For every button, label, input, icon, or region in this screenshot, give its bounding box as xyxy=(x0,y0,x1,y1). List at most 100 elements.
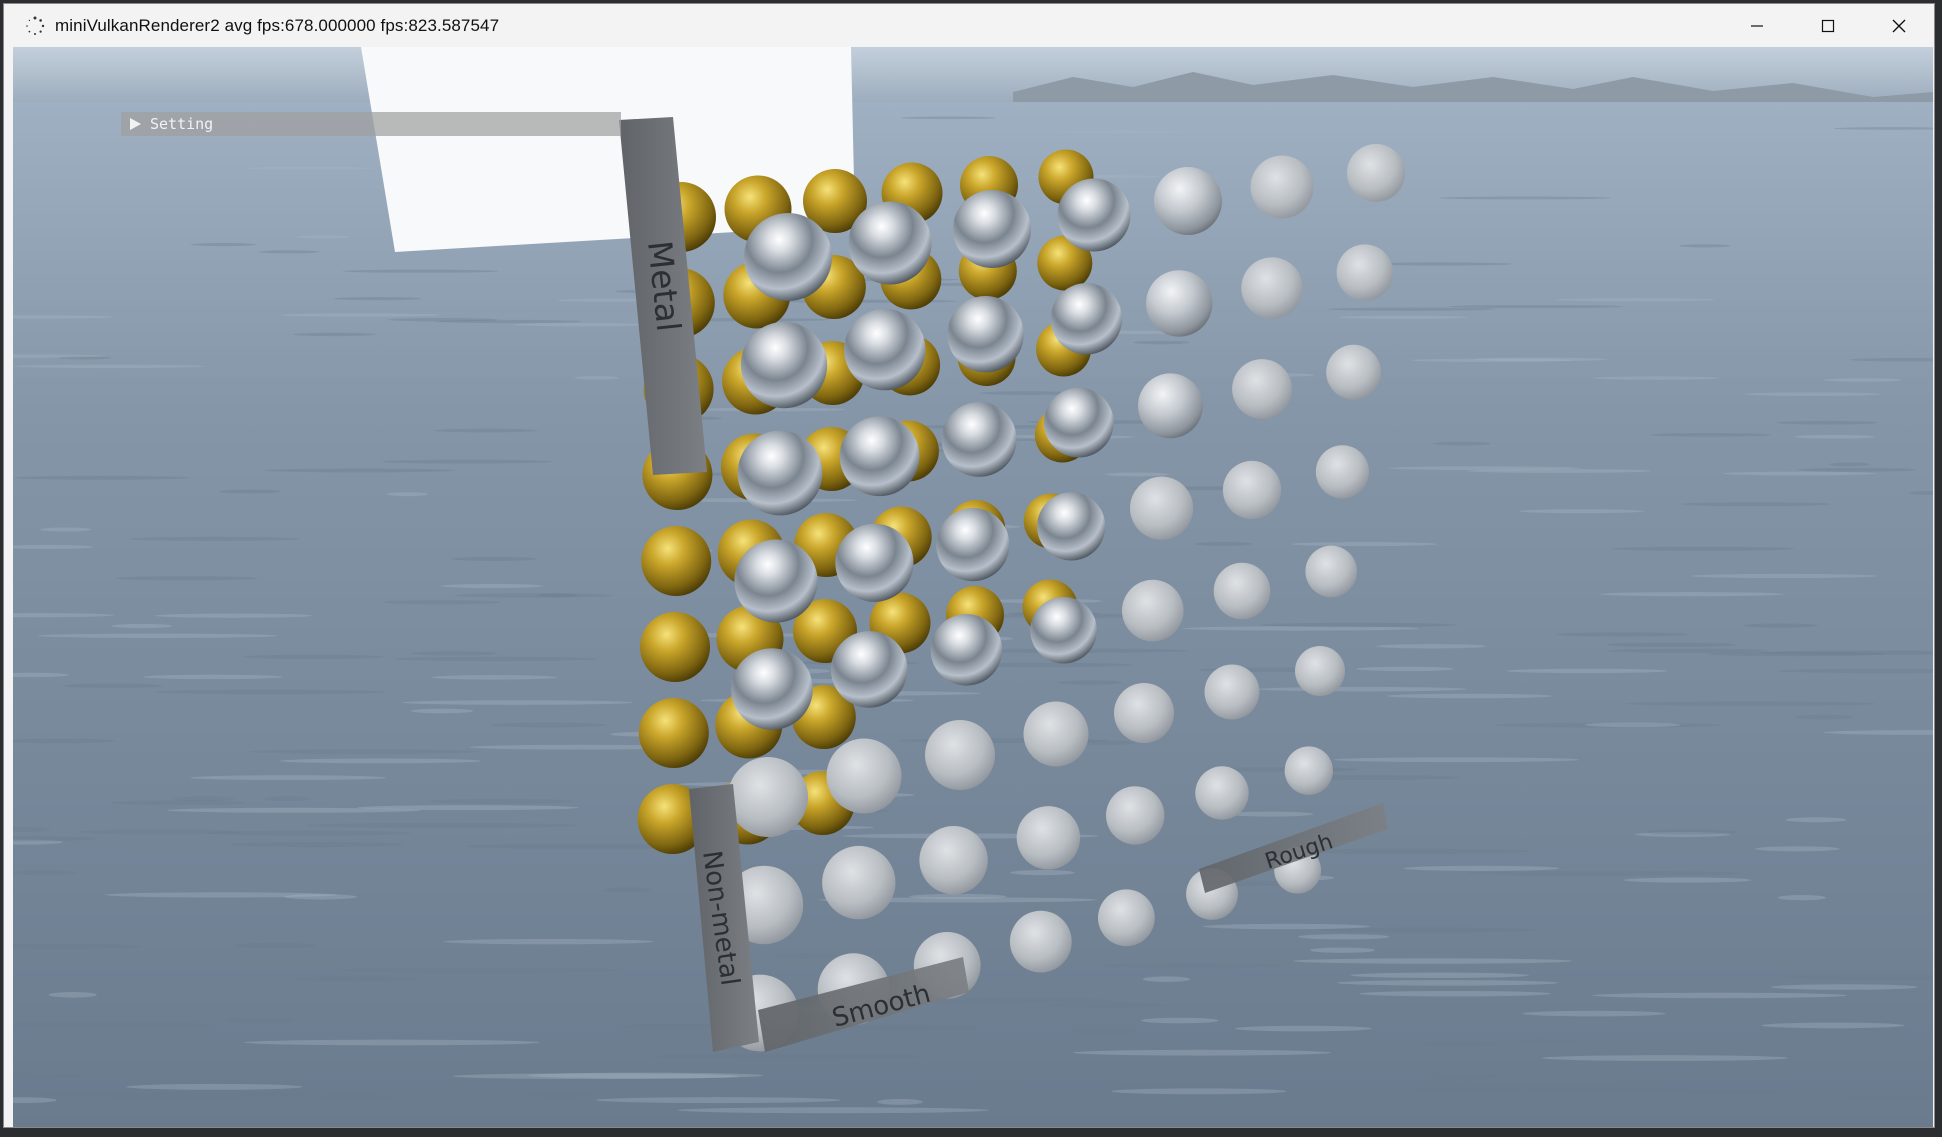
wave-streak xyxy=(1260,622,1457,628)
wave-streak xyxy=(431,675,558,680)
silver-sphere xyxy=(930,614,1003,686)
wave-streak xyxy=(1142,976,1191,982)
silver-sphere xyxy=(1130,476,1194,540)
silver-sphere xyxy=(744,213,832,301)
wave-streak xyxy=(526,1091,597,1098)
wave-streak xyxy=(393,656,598,662)
wave-streak xyxy=(1755,846,1840,852)
wave-streak xyxy=(1057,680,1123,685)
wave-streak xyxy=(900,116,996,120)
wave-streak xyxy=(1448,304,1624,309)
wave-streak xyxy=(1722,471,1877,476)
wave-streak xyxy=(386,492,429,497)
silver-sphere xyxy=(1037,492,1106,561)
wave-streak xyxy=(13,364,205,369)
silver-sphere xyxy=(1347,144,1405,202)
silver-sphere xyxy=(1009,910,1072,973)
wave-streak xyxy=(1297,934,1390,940)
silver-sphere xyxy=(936,508,1010,582)
wave-streak xyxy=(219,489,282,494)
silver-sphere xyxy=(1050,283,1123,355)
silver-sphere xyxy=(1114,683,1174,743)
silver-sphere xyxy=(919,826,988,895)
wave-streak xyxy=(1556,632,1690,637)
silver-sphere xyxy=(822,845,896,920)
silver-sphere xyxy=(1295,646,1345,696)
wave-streak xyxy=(1105,472,1169,477)
silver-sphere xyxy=(740,321,828,409)
wave-streak xyxy=(1592,992,1848,999)
wave-streak xyxy=(208,830,410,836)
wave-streak xyxy=(513,323,653,327)
wave-streak xyxy=(401,700,633,705)
silver-sphere xyxy=(844,308,926,391)
wave-streak xyxy=(773,952,836,959)
wave-streak xyxy=(1521,1038,1580,1045)
wave-streak xyxy=(1115,1083,1250,1090)
silver-sphere xyxy=(1057,178,1131,252)
wave-streak xyxy=(105,892,338,898)
silver-sphere xyxy=(1305,545,1357,598)
wave-streak xyxy=(1466,469,1652,473)
setting-collapsing-header[interactable]: Setting xyxy=(121,112,621,136)
wave-streak xyxy=(1047,1002,1166,1009)
render-viewport[interactable]: Metal Non-metal Smooth Rough Setting xyxy=(13,47,1933,1127)
wave-streak xyxy=(279,758,482,764)
wave-streak xyxy=(111,800,246,806)
wave-streak xyxy=(48,992,97,998)
window-title: miniVulkanRenderer2 avg fps:678.000000 f… xyxy=(55,15,500,35)
wave-streak xyxy=(1649,432,1772,437)
wave-streak xyxy=(1350,972,1530,979)
wave-streak xyxy=(1431,1074,1499,1080)
minimize-icon xyxy=(1750,24,1763,27)
wave-streak xyxy=(381,459,554,464)
minimize-button[interactable] xyxy=(1721,4,1792,47)
silver-sphere xyxy=(947,296,1024,373)
close-button[interactable] xyxy=(1863,4,1934,47)
wave-streak xyxy=(228,842,404,848)
wave-streak xyxy=(1356,666,1455,672)
wave-streak xyxy=(1743,623,1818,628)
wave-streak xyxy=(155,613,313,618)
wave-streak xyxy=(1777,895,1827,901)
wave-streak xyxy=(595,1097,841,1104)
wave-streak xyxy=(263,796,310,802)
wave-streak xyxy=(1793,714,1854,720)
wave-streak xyxy=(1771,984,1918,990)
wave-streak xyxy=(37,633,279,638)
setting-label: Setting xyxy=(150,115,214,133)
silver-sphere xyxy=(826,738,902,814)
silver-sphere xyxy=(1138,373,1203,439)
wave-streak xyxy=(1680,502,1831,507)
wave-streak xyxy=(316,1093,392,1100)
wave-streak xyxy=(1376,644,1487,649)
wave-streak xyxy=(1202,923,1371,930)
wave-streak xyxy=(234,942,317,949)
wave-streak xyxy=(1054,130,1189,133)
wave-streak xyxy=(1419,1040,1499,1047)
wave-streak xyxy=(603,887,651,893)
wave-streak xyxy=(1611,546,1795,551)
silver-sphere xyxy=(1106,786,1165,845)
title-bar[interactable]: miniVulkanRenderer2 avg fps:678.000000 f… xyxy=(4,4,1934,47)
wave-streak xyxy=(1793,434,1876,439)
silver-sphere xyxy=(1315,445,1369,499)
wave-streak xyxy=(1293,958,1573,964)
gold-sphere xyxy=(640,612,710,682)
silver-sphere xyxy=(1222,460,1282,520)
wave-streak xyxy=(1605,642,1738,648)
wave-streak xyxy=(126,1083,303,1090)
triangle-right-icon xyxy=(130,118,141,130)
silver-sphere xyxy=(1016,806,1081,870)
silver-sphere xyxy=(1326,344,1381,400)
wave-streak xyxy=(304,822,579,828)
wave-streak xyxy=(574,376,620,380)
wave-streak xyxy=(527,1072,764,1079)
wave-streak xyxy=(250,749,480,755)
wave-streak xyxy=(411,708,474,714)
maximize-button[interactable] xyxy=(1792,4,1863,47)
silver-sphere xyxy=(1241,257,1303,319)
wave-streak xyxy=(1743,392,1882,396)
wave-streak xyxy=(1625,701,1876,706)
silver-sphere xyxy=(925,720,995,790)
